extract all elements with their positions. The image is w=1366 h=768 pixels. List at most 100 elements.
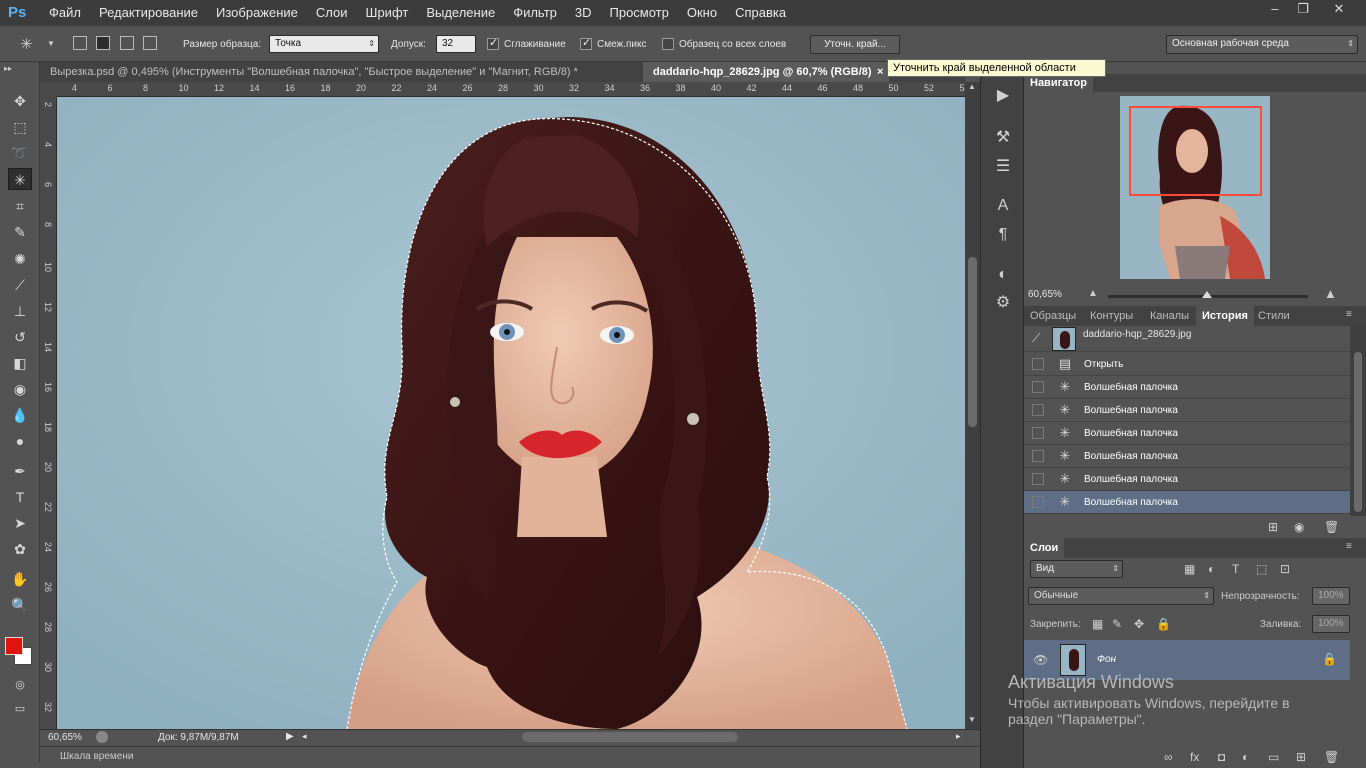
filter-pixel-icon[interactable]: ▦: [1184, 562, 1195, 576]
adjustment-layer-icon[interactable]: ◐: [1242, 750, 1249, 764]
vertical-scroll-thumb[interactable]: [968, 257, 977, 427]
snapshot-icon[interactable]: ◉: [1294, 520, 1304, 534]
hand-icon[interactable]: ✋: [8, 568, 32, 590]
lock-all-icon[interactable]: 🔒: [1156, 617, 1171, 631]
menu-filter[interactable]: Фильтр: [504, 0, 566, 26]
lasso-icon[interactable]: ➰: [8, 142, 32, 164]
new-layer-icon[interactable]: ⊞: [1296, 750, 1306, 764]
link-layers-icon[interactable]: ∞: [1164, 750, 1173, 764]
screen-mode-icon[interactable]: ▭: [8, 698, 32, 720]
filter-adjust-icon[interactable]: ◐: [1208, 562, 1215, 576]
tab-channels[interactable]: Каналы: [1144, 306, 1195, 326]
properties-icon[interactable]: ⚙: [991, 291, 1015, 315]
healing-brush-icon[interactable]: ✺: [8, 248, 32, 270]
layer-name[interactable]: Фон: [1097, 654, 1116, 665]
antialias-checkbox[interactable]: Сглаживание: [487, 26, 566, 62]
tab-history[interactable]: История: [1196, 306, 1254, 326]
scroll-right-icon[interactable]: ▸: [956, 731, 961, 742]
history-source-checkbox[interactable]: [1032, 473, 1044, 485]
menu-window[interactable]: Окно: [678, 0, 726, 26]
filter-shape-icon[interactable]: ⬚: [1256, 562, 1267, 576]
menu-edit[interactable]: Редактирование: [90, 0, 207, 26]
tab-styles[interactable]: Стили: [1252, 306, 1296, 326]
lock-pixels-icon[interactable]: ✎: [1112, 617, 1122, 631]
fill-input[interactable]: 100%: [1312, 615, 1350, 633]
marquee-icon[interactable]: ⬚: [8, 116, 32, 138]
paragraph-icon[interactable]: ¶: [991, 223, 1015, 247]
blend-mode-select[interactable]: Обычные ⇕: [1028, 587, 1214, 605]
workspace-select[interactable]: Основная рабочая среда ⇕: [1166, 35, 1358, 54]
panel-menu-icon[interactable]: ≡: [1346, 309, 1352, 320]
magic-wand-preset-icon[interactable]: ✳: [20, 35, 33, 53]
intersect-selection-icon[interactable]: [143, 36, 157, 50]
history-source-checkbox[interactable]: [1032, 450, 1044, 462]
horizontal-scroll-thumb[interactable]: [522, 732, 738, 742]
tolerance-input[interactable]: 32: [436, 35, 476, 53]
collapse-icon[interactable]: ▸▸: [4, 64, 12, 73]
history-item[interactable]: ✳ Волшебная палочка: [1024, 376, 1350, 399]
history-item[interactable]: ✳ Волшебная палочка: [1024, 491, 1350, 514]
history-source-checkbox[interactable]: [1032, 358, 1044, 370]
menu-file[interactable]: Файл: [40, 0, 90, 26]
layer-filter-select[interactable]: Вид ⇕: [1030, 560, 1123, 578]
magic-wand-icon[interactable]: ✳: [8, 168, 32, 190]
lock-transparent-icon[interactable]: ▦: [1092, 617, 1103, 631]
eye-icon[interactable]: 👁: [1033, 653, 1048, 667]
pen-icon[interactable]: ✒: [8, 460, 32, 482]
all-layers-checkbox[interactable]: Образец со всех слоев: [662, 26, 786, 62]
adjustments-icon[interactable]: ☰: [991, 155, 1015, 179]
zoom-icon[interactable]: 🔍: [8, 594, 32, 616]
history-source-checkbox[interactable]: [1032, 427, 1044, 439]
quick-mask-icon[interactable]: ◎: [8, 674, 32, 696]
zoom-out-icon[interactable]: ▲: [1088, 288, 1098, 299]
history-item[interactable]: ▤ Открыть: [1024, 353, 1350, 376]
navigator-view-box[interactable]: [1129, 106, 1262, 196]
restore-button[interactable]: ❐: [1290, 0, 1316, 20]
checkbox-icon[interactable]: [662, 38, 674, 50]
status-menu-icon[interactable]: ▶: [286, 731, 294, 742]
zoom-level[interactable]: 60,65%: [48, 732, 82, 743]
contiguous-checkbox[interactable]: Смеж.пикс: [580, 26, 647, 62]
history-scrollbar[interactable]: [1350, 326, 1366, 516]
timeline-label[interactable]: Шкала времени: [60, 751, 133, 762]
tab-layers[interactable]: Слои: [1024, 538, 1065, 558]
history-source-checkbox[interactable]: [1032, 381, 1044, 393]
history-scroll-thumb[interactable]: [1354, 352, 1362, 512]
history-item[interactable]: ✳ Волшебная палочка: [1024, 468, 1350, 491]
play-icon[interactable]: ▶: [991, 84, 1015, 108]
history-snapshot-row[interactable]: ⟋ daddario-hqp_28629.jpg: [1024, 326, 1350, 352]
share-icon[interactable]: [96, 731, 108, 743]
panel-menu-icon[interactable]: ≡: [1346, 541, 1352, 552]
sample-size-select[interactable]: Точка ⇕: [269, 35, 379, 53]
menu-image[interactable]: Изображение: [207, 0, 307, 26]
tab-paths[interactable]: Контуры: [1084, 306, 1139, 326]
type-icon[interactable]: T: [8, 486, 32, 508]
subtract-selection-icon[interactable]: [120, 36, 134, 50]
crop-icon[interactable]: ⌗: [8, 195, 32, 217]
new-document-icon[interactable]: ⊞: [1268, 520, 1278, 534]
history-item[interactable]: ✳ Волшебная палочка: [1024, 399, 1350, 422]
zoom-in-icon[interactable]: ▲: [1324, 286, 1337, 301]
tab-daddario[interactable]: daddario-hqp_28629.jpg @ 60,7% (RGB/8): [643, 62, 883, 82]
foreground-color-swatch[interactable]: [5, 637, 23, 655]
chevron-down-icon[interactable]: ▼: [47, 39, 55, 48]
add-selection-icon[interactable]: [96, 36, 110, 50]
add-mask-icon[interactable]: ◘: [1218, 750, 1225, 764]
refine-edge-button[interactable]: Уточн. край...: [810, 35, 900, 54]
dodge-icon[interactable]: ●: [8, 430, 32, 452]
vertical-scrollbar[interactable]: ▲ ▼: [965, 82, 980, 729]
move-icon[interactable]: ✥: [8, 90, 32, 112]
tab-swatches[interactable]: Образцы: [1024, 306, 1082, 326]
navigator-preview[interactable]: [1120, 96, 1270, 279]
navigator-zoom[interactable]: 60,65%: [1028, 289, 1062, 300]
menu-help[interactable]: Справка: [726, 0, 795, 26]
eraser-icon[interactable]: ◧: [8, 352, 32, 374]
tool-presets-icon[interactable]: ⚒: [991, 126, 1015, 150]
blur-icon[interactable]: 💧: [8, 404, 32, 426]
filter-type-icon[interactable]: T: [1232, 562, 1239, 576]
checkbox-icon[interactable]: [487, 36, 499, 50]
scroll-left-icon[interactable]: ◂: [302, 731, 307, 742]
trash-icon[interactable]: 🗑: [1324, 520, 1339, 534]
tab-vyrezka[interactable]: Вырезка.psd @ 0,495% (Инструменты "Волше…: [40, 62, 640, 82]
history-brush-source-icon[interactable]: ⟋: [1032, 331, 1040, 346]
